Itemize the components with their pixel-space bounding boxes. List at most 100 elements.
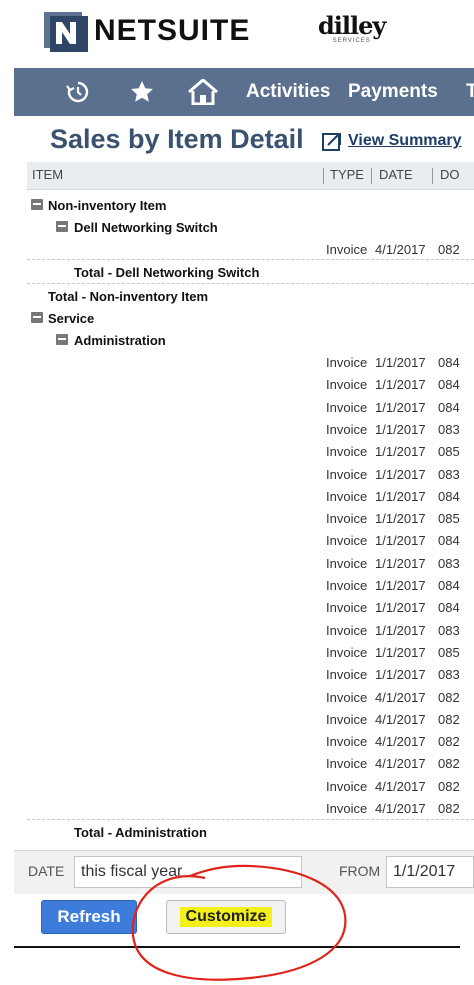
row-doc-cell: 085 [438,644,460,660]
date-filter-field[interactable]: this fiscal year [74,856,302,888]
column-divider [371,168,372,184]
table-row[interactable]: Invoice 4/1/2017 082 [0,730,474,752]
group-row-dell: Dell Networking Switch [0,216,474,238]
table-row[interactable]: Invoice 1/1/2017 084 [0,596,474,618]
group-label: Administration [74,333,166,348]
from-filter-label: FROM [339,863,381,879]
nav-payments-label: Payments [348,81,438,102]
row-doc-cell: 082 [438,734,460,750]
row-type-cell: Invoice [326,644,368,660]
home-button[interactable] [188,68,218,116]
row-type-cell: Invoice [326,421,368,437]
table-row[interactable]: Invoice 4/1/2017 082 [0,775,474,797]
row-doc-cell: 082 [438,801,460,816]
table-row[interactable]: Invoice 1/1/2017 085 [0,440,474,462]
view-summary-label: View Summary [348,132,462,149]
recent-records-button[interactable] [66,68,90,116]
star-icon [131,81,153,102]
table-row[interactable]: Invoice 1/1/2017 085 [0,641,474,663]
nav-overflow-label: T [466,81,474,102]
row-type-cell: Invoice [326,578,368,593]
table-row[interactable]: Invoice 4/1/2017 082 [0,752,474,774]
row-date-cell: 4/1/2017 [375,242,426,257]
column-item[interactable]: ITEM [32,167,63,182]
nav-activities-label: Activities [246,81,331,102]
divider [27,283,474,284]
row-date-cell: 1/1/2017 [375,355,426,370]
row-date-cell: 1/1/2017 [375,466,426,482]
table-row[interactable]: Invoice 1/1/2017 084 [0,574,474,596]
row-type-cell: Invoice [326,801,368,816]
collapse-icon[interactable] [31,312,43,323]
column-date[interactable]: DATE [379,167,413,182]
row-doc-cell: 083 [438,555,460,571]
row-date-cell: 4/1/2017 [375,801,426,816]
table-row[interactable]: Invoice 1/1/2017 083 [0,619,474,641]
table-row[interactable]: Invoice 1/1/2017 083 [0,552,474,574]
row-date-cell: 1/1/2017 [375,377,426,393]
home-icon [188,79,218,105]
table-header: ITEM TYPE DATE DO [27,162,474,190]
row-type-cell: Invoice [326,778,368,794]
row-type-cell: Invoice [326,756,368,772]
table-row[interactable]: Invoice 1/1/2017 084 [0,529,474,551]
row-date-cell: 1/1/2017 [375,488,426,504]
nav-activities[interactable]: Activities [246,68,330,116]
table-row[interactable]: Invoice 1/1/2017 083 [0,663,474,685]
group-label: Service [48,311,95,326]
customize-button[interactable]: Customize [166,900,286,934]
row-date-cell: 4/1/2017 [375,778,426,794]
column-type[interactable]: TYPE [330,167,364,182]
row-date-cell: 4/1/2017 [375,756,426,772]
from-date-field[interactable]: 1/1/2017 [386,856,474,888]
row-doc-cell: 083 [438,667,460,683]
total-row-noninventory: Total - Non-inventory Item [0,285,474,307]
column-doc[interactable]: DO [440,167,460,182]
row-date-cell: 1/1/2017 [375,667,426,683]
refresh-button[interactable]: Refresh [41,900,137,934]
column-divider [432,168,433,184]
row-doc-cell: 083 [438,421,460,437]
row-type-cell: Invoice [326,511,368,527]
row-doc-cell: 084 [438,377,460,393]
row-doc-cell: 085 [438,511,460,527]
group-row-service: Service [0,307,474,329]
table-row[interactable]: Invoice 1/1/2017 084 [0,351,474,373]
table-row[interactable]: Invoice 4/1/2017 082 [0,797,474,819]
nav-payments[interactable]: Payments [348,68,438,116]
row-type-cell: Invoice [326,488,368,504]
table-row[interactable]: Invoice 1/1/2017 083 [0,418,474,440]
row-date-cell: 1/1/2017 [375,578,426,593]
row-type-cell: Invoice [326,689,368,705]
row-type-cell: Invoice [326,734,368,750]
table-row[interactable]: Invoice 4/1/2017 082 [0,708,474,730]
table-row[interactable]: Invoice 4/1/2017 082 [0,238,474,260]
table-row[interactable]: Invoice 4/1/2017 082 [0,686,474,708]
row-type-cell: Invoice [326,555,368,571]
group-label: Dell Networking Switch [74,220,218,235]
table-row[interactable]: Invoice 1/1/2017 084 [0,396,474,418]
row-doc-cell: 084 [438,600,460,616]
total-row-dell: Total - Dell Networking Switch [0,261,474,283]
table-row[interactable]: Invoice 1/1/2017 084 [0,373,474,395]
row-doc-cell: 082 [438,689,460,705]
row-type-cell: Invoice [326,600,368,616]
customize-button-label: Customize [179,907,273,927]
group-row-administration: Administration [0,329,474,351]
table-row[interactable]: Invoice 1/1/2017 084 [0,485,474,507]
row-type-cell: Invoice [326,667,368,683]
table-row[interactable]: Invoice 1/1/2017 083 [0,463,474,485]
row-doc-cell: 084 [438,355,460,370]
row-type-cell: Invoice [326,377,368,393]
collapse-icon[interactable] [56,334,68,345]
view-summary-icon [322,133,341,151]
shortcuts-button[interactable] [130,68,154,116]
nav-overflow[interactable]: T [466,68,474,116]
partner-name: dilley [318,11,386,40]
collapse-icon[interactable] [31,199,43,210]
divider [27,819,474,820]
netsuite-logo-icon [44,12,88,52]
view-summary-link[interactable]: View Summary [322,131,462,151]
collapse-icon[interactable] [56,221,68,232]
table-row[interactable]: Invoice 1/1/2017 085 [0,507,474,529]
